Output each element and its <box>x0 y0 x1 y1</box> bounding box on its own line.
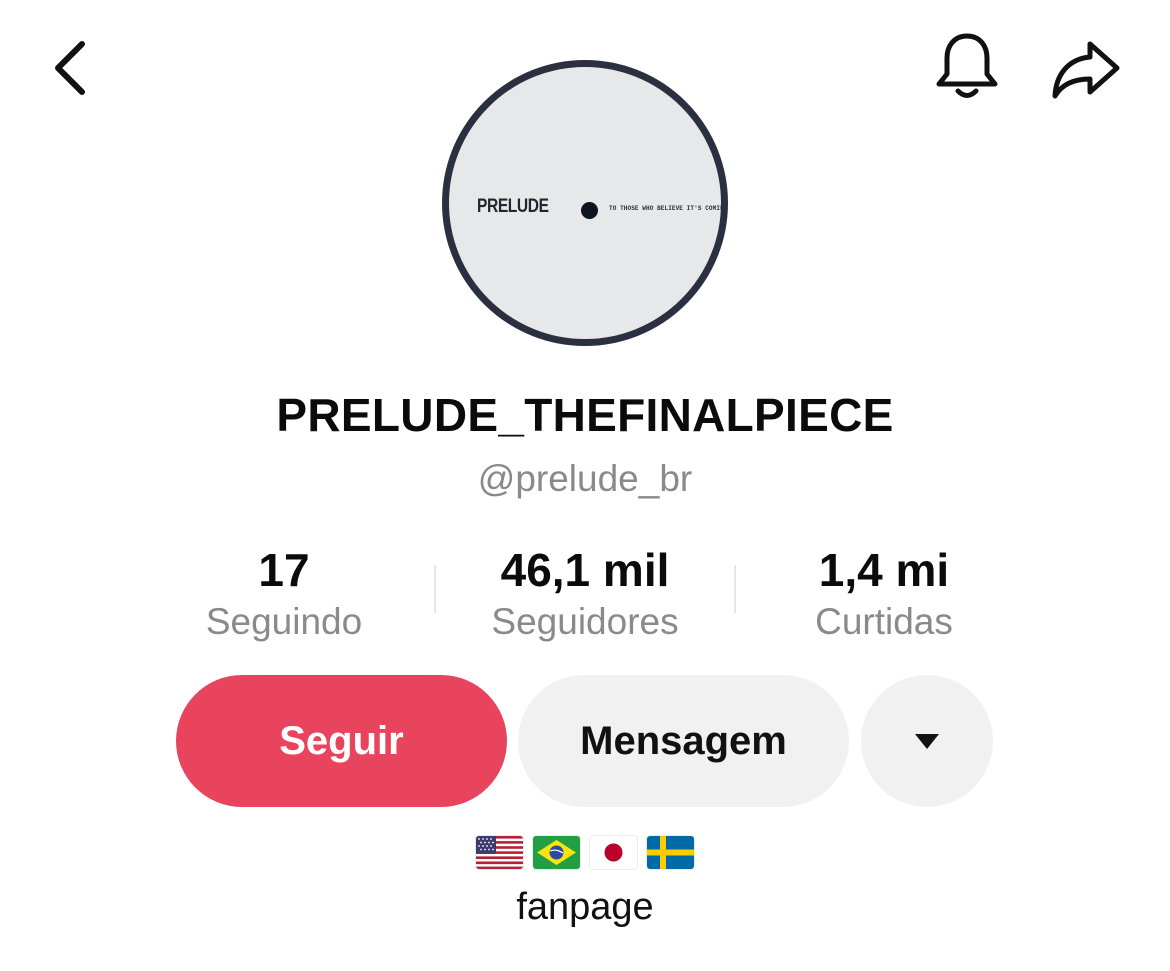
flag-us-icon <box>476 836 523 869</box>
chevron-left-icon <box>55 41 85 95</box>
flag-jp-icon <box>590 836 637 869</box>
share-button[interactable] <box>1046 36 1126 102</box>
bio-flags <box>0 836 1170 869</box>
share-arrow-icon <box>1052 41 1120 99</box>
stat-followers[interactable]: 46,1 mil Seguidores <box>435 540 735 644</box>
avatar-record-title: PRELUDE <box>477 196 549 217</box>
stat-following[interactable]: 17 Seguindo <box>134 540 434 644</box>
bio-text: fanpage <box>516 886 654 928</box>
more-options-button[interactable] <box>861 675 993 807</box>
bell-icon <box>936 33 998 98</box>
stat-likes-label: Curtidas <box>815 601 953 642</box>
profile-handle: @prelude_br <box>477 458 693 499</box>
stat-following-label: Seguindo <box>205 601 363 642</box>
notifications-button[interactable] <box>930 28 1004 106</box>
caret-down-icon <box>915 734 939 749</box>
back-button[interactable] <box>40 38 100 98</box>
flag-se-icon <box>647 836 694 869</box>
stat-followers-value: 46,1 mil <box>500 544 670 596</box>
stat-following-value: 17 <box>258 544 310 596</box>
profile-display-name: PRELUDE_THEFINALPIECE <box>276 389 894 441</box>
stat-followers-label: Seguidores <box>491 601 679 642</box>
stat-likes-value: 1,4 mi <box>818 544 950 596</box>
flag-br-icon <box>533 836 580 869</box>
stat-likes[interactable]: 1,4 mi Curtidas <box>734 540 1034 644</box>
message-button[interactable]: Mensagem <box>518 675 849 807</box>
avatar-record-tagline: TO THOSE WHO BELIEVE IT'S COMING <box>609 205 728 212</box>
profile-avatar[interactable]: PRELUDE TO THOSE WHO BELIEVE IT'S COMING <box>442 60 728 346</box>
record-center-hole <box>581 202 598 219</box>
follow-button[interactable]: Seguir <box>176 675 507 807</box>
